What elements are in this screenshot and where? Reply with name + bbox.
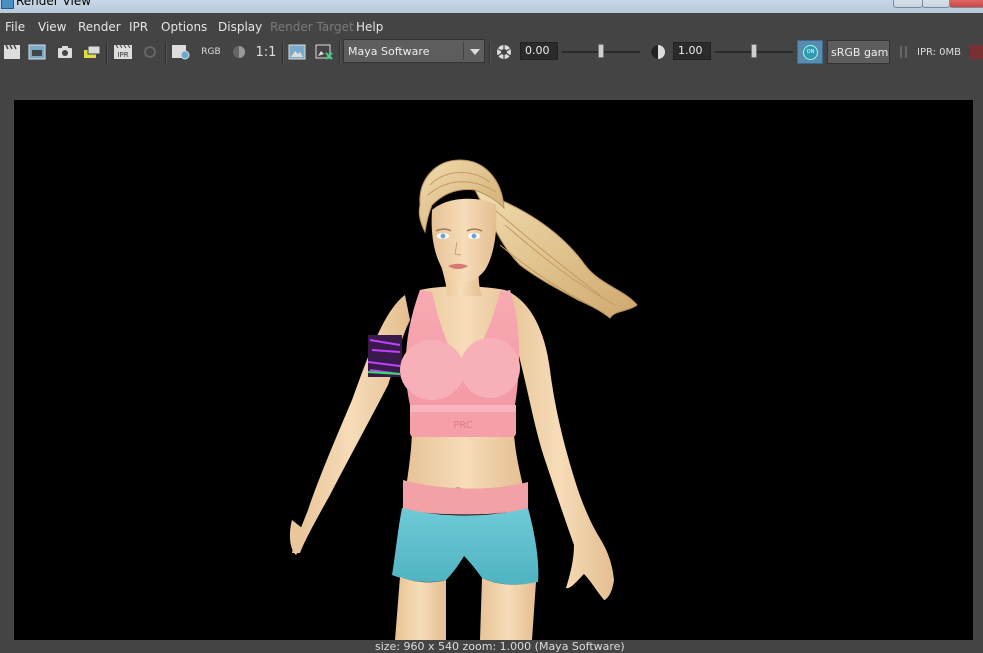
menu-file[interactable]: File — [5, 20, 25, 34]
render-settings-icon — [172, 45, 190, 60]
gamma-toggle-button[interactable] — [648, 41, 668, 63]
keep-image-icon — [288, 44, 306, 60]
clapperboard-icon — [4, 44, 20, 59]
gamma-field[interactable]: 1.00 — [673, 42, 711, 60]
gamma-icon — [651, 45, 665, 59]
refresh-ipr-button — [139, 41, 161, 63]
maximize-button[interactable] — [922, 0, 950, 8]
render-current-frame-button[interactable] — [2, 41, 22, 63]
render-sequence-icon — [84, 45, 101, 58]
close-button[interactable] — [949, 0, 983, 8]
renderer-value: Maya Software — [348, 45, 430, 58]
alpha-channel-icon — [233, 46, 245, 58]
menu-render[interactable]: Render — [78, 20, 121, 34]
toolbar-separator — [339, 42, 341, 64]
shorts — [392, 508, 539, 585]
exposure-toggle-button[interactable] — [494, 41, 514, 63]
chevron-down-icon — [470, 49, 480, 55]
view-transform-value: sRGB gamma — [831, 46, 889, 59]
svg-text:PRC: PRC — [453, 420, 472, 431]
display-alpha-channel-button[interactable] — [228, 41, 250, 63]
maya-app-icon — [1, 0, 14, 9]
snapshot-button[interactable] — [55, 41, 75, 63]
remove-image-button[interactable] — [313, 41, 335, 63]
ipr-icon: IPR — [114, 44, 132, 59]
refresh-ipr-icon — [144, 46, 156, 58]
pause-ipr-button[interactable] — [900, 46, 907, 58]
rgb-label: RGB — [201, 47, 221, 57]
menu-help[interactable]: Help — [356, 20, 383, 34]
dropdown-divider — [463, 42, 464, 60]
view-transform-dropdown[interactable]: sRGB gamma — [827, 40, 890, 64]
render-viewport[interactable]: PRC PRC — [14, 100, 973, 640]
menu-view[interactable]: View — [38, 20, 66, 34]
real-size-label: 1:1 — [255, 44, 277, 60]
left-arm — [292, 295, 410, 553]
ipr-memory-readout: IPR: 0MB — [917, 47, 962, 58]
stop-render-button[interactable] — [970, 45, 983, 59]
gamma-slider-handle[interactable] — [751, 44, 757, 58]
redo-previous-render-button[interactable] — [27, 41, 47, 63]
color-management-on-icon: ON — [803, 45, 818, 60]
redo-render-icon — [28, 44, 46, 60]
camera-icon — [58, 46, 72, 58]
real-size-button[interactable]: 1:1 — [254, 41, 278, 63]
ipr-render-button[interactable]: IPR — [112, 41, 134, 63]
toolbar-separator — [165, 42, 167, 64]
menu-bar: File View Render IPR Options Display Ren… — [0, 13, 983, 37]
menu-ipr[interactable]: IPR — [129, 20, 148, 34]
render-toolbar: IPR RGB 1:1 Maya Software 0.00 1.00 ON s… — [0, 37, 983, 68]
window-titlebar: Render View — [0, 0, 983, 13]
menu-render-target: Render Target — [270, 20, 354, 34]
renderer-dropdown[interactable]: Maya Software — [343, 39, 485, 63]
minimize-button[interactable] — [893, 0, 923, 8]
remove-image-icon — [315, 44, 333, 60]
color-management-toggle[interactable]: ON — [797, 40, 823, 64]
toolbar-separator — [489, 42, 491, 64]
keep-image-button[interactable] — [286, 41, 308, 63]
toolbar-separator — [106, 42, 108, 64]
aperture-icon — [497, 45, 511, 59]
display-rgb-channels-button[interactable]: RGB — [198, 41, 224, 63]
menu-display[interactable]: Display — [218, 20, 262, 34]
toolbar-separator — [282, 42, 284, 64]
render-settings-button[interactable] — [170, 41, 192, 63]
render-sequence-button[interactable] — [82, 41, 102, 63]
exposure-slider-handle[interactable] — [598, 44, 604, 58]
menu-options[interactable]: Options — [161, 20, 207, 34]
face — [431, 198, 497, 283]
exposure-field[interactable]: 0.00 — [520, 42, 558, 60]
rendered-character-image: PRC PRC — [289, 159, 638, 640]
window-title: Render View — [16, 0, 92, 8]
svg-text:IPR: IPR — [117, 51, 128, 59]
